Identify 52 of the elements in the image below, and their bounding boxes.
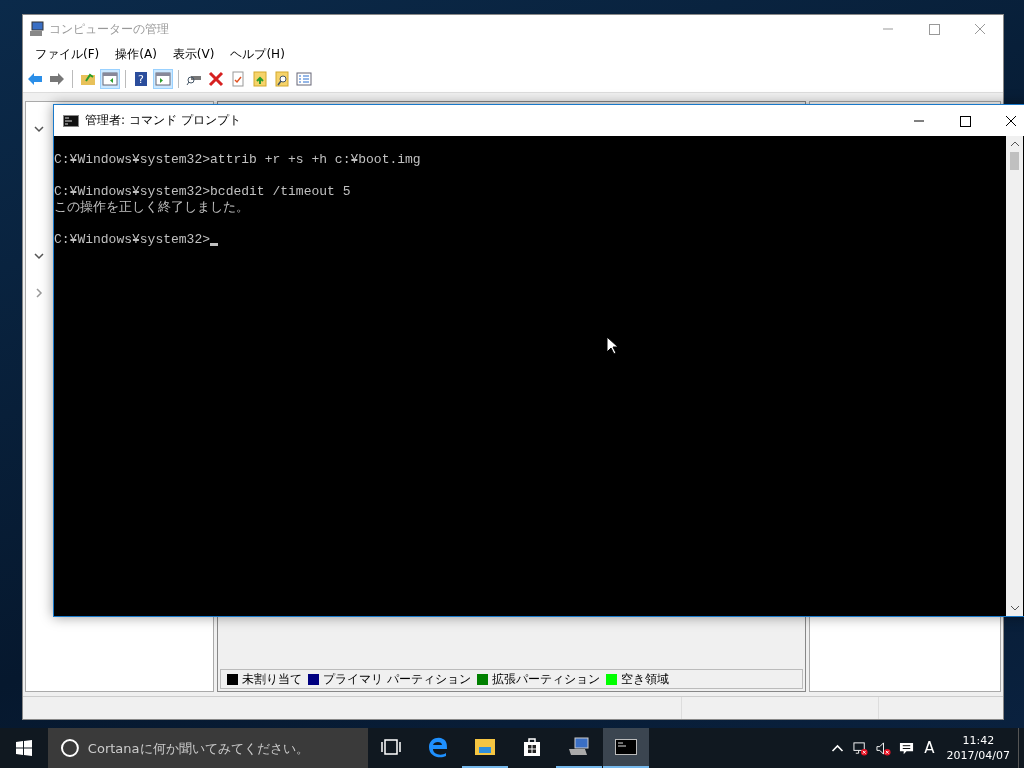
terminal-icon: [63, 114, 79, 127]
computer-icon: [29, 21, 45, 37]
windows-logo-icon: [16, 740, 32, 756]
chevron-down-icon[interactable]: [34, 124, 44, 134]
folder-arrow-icon: [80, 71, 96, 87]
mouse-pointer-icon: [606, 336, 618, 355]
network-icon[interactable]: [853, 740, 869, 756]
back-arrow-icon: [27, 71, 43, 87]
console-line: この操作を正しく終了しました。: [54, 200, 249, 216]
menu-item[interactable]: 表示(V): [164, 46, 223, 63]
toolbar-button[interactable]: [153, 69, 173, 89]
console-line: C:¥Windows¥system32>: [54, 232, 211, 248]
menu-item[interactable]: 操作(A): [107, 46, 165, 63]
browser-icon: [426, 735, 450, 759]
scroll-thumb[interactable]: [1010, 152, 1019, 170]
legend-label: 拡張パーティション: [491, 670, 600, 688]
taskbar-button[interactable]: [603, 728, 649, 768]
scroll-up-icon[interactable]: [1009, 140, 1020, 148]
pane-toggle-icon: [102, 71, 118, 87]
window-title: 管理者: コマンド プロンプト: [85, 112, 241, 129]
menu-item[interactable]: ヘルプ(H): [222, 46, 293, 63]
document-check-icon: [230, 71, 246, 87]
notification-icon[interactable]: [899, 740, 915, 756]
legend-label: 空き領域: [620, 670, 669, 688]
input-mode-indicator[interactable]: A: [924, 739, 935, 757]
export-icon: [252, 71, 268, 87]
console-line: C:¥Windows¥system32>bcdedit /timeout 5: [54, 184, 351, 200]
toolbar-button[interactable]: [250, 69, 270, 89]
window-title: コンピューターの管理: [49, 20, 169, 38]
pane-toggle-icon: [155, 71, 171, 87]
scroll-down-icon[interactable]: [1009, 604, 1020, 612]
menu-item[interactable]: ファイル(F): [27, 46, 108, 63]
search-field[interactable]: Cortanaに何か聞いてみてください。: [48, 728, 368, 768]
list-icon: [296, 71, 312, 87]
search-input[interactable]: Cortanaに何か聞いてみてください。: [85, 739, 368, 757]
forward-arrow-icon: [49, 71, 65, 87]
toolbar-button[interactable]: [100, 69, 120, 89]
clock-date[interactable]: 2017/04/07: [946, 748, 1010, 763]
toolbar-button[interactable]: ?: [131, 69, 151, 89]
toolbar-button[interactable]: [272, 69, 292, 89]
search-icon: [274, 71, 290, 87]
legend-label: 未割り当て: [242, 670, 302, 688]
circle-icon: [60, 738, 80, 758]
legend-label: プライマリ パーティション: [323, 670, 471, 688]
scrollbar[interactable]: [1006, 136, 1023, 616]
delete-icon: [208, 71, 224, 87]
toolbar-button[interactable]: [206, 69, 226, 89]
chevron-down-icon[interactable]: [34, 251, 44, 261]
console-line: C:¥Windows¥system32>attrib +r +s +h c:¥boot.img: [54, 152, 421, 168]
chevron-right-icon[interactable]: [34, 288, 44, 298]
speaker-icon[interactable]: [876, 740, 892, 756]
clock-time[interactable]: 11:42: [962, 733, 995, 748]
